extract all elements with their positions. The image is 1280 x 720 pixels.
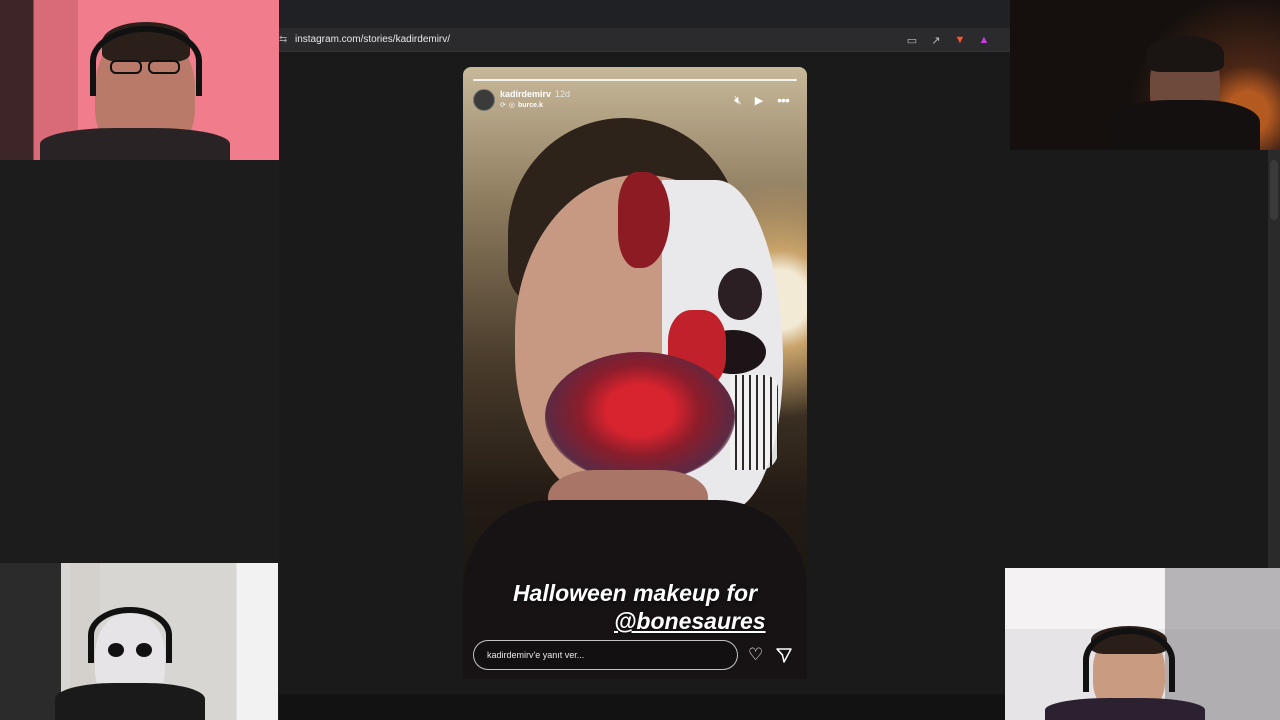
screen: ⇆ instagram.com/stories/kadirdemirv/ ▭ ↗… xyxy=(0,0,1280,720)
avatar[interactable] xyxy=(473,89,495,111)
webcam-curtain xyxy=(1165,568,1280,720)
browser-tab-strip xyxy=(279,0,1010,28)
url-text[interactable]: instagram.com/stories/kadirdemirv/ xyxy=(295,34,450,45)
page-background-right xyxy=(1010,150,1268,568)
webcam-shirt xyxy=(1045,698,1205,720)
cast-icon[interactable]: ▭ xyxy=(904,32,920,48)
brave-shield-icon[interactable]: ▼ xyxy=(952,32,968,48)
webcam-top-right xyxy=(1010,0,1280,150)
scrollbar-thumb[interactable] xyxy=(1270,160,1278,220)
more-options-icon[interactable]: ••• xyxy=(775,92,791,108)
reshare-avatar-icon: ◎ xyxy=(508,102,515,109)
headset-icon xyxy=(88,607,172,663)
site-info-icon[interactable]: ⇆ xyxy=(279,34,293,45)
send-icon[interactable] xyxy=(775,646,793,664)
play-icon[interactable]: ▶ xyxy=(751,92,767,108)
headset-icon xyxy=(1083,628,1175,692)
story-progress-bar xyxy=(473,79,797,81)
story-mention[interactable]: @bonesaures xyxy=(614,608,766,635)
address-bar[interactable]: ⇆ instagram.com/stories/kadirdemirv/ ▭ ↗… xyxy=(279,28,1010,52)
reply-input[interactable]: kadirdemirv'e yanıt ver... xyxy=(473,640,738,670)
story-eye-socket xyxy=(718,268,762,320)
webcam-shirt xyxy=(1110,100,1260,150)
like-heart-icon[interactable]: ♡ xyxy=(748,646,766,664)
reply-placeholder: kadirdemirv'e yanıt ver... xyxy=(487,650,585,660)
webcam-top-left xyxy=(0,0,279,160)
brave-rewards-icon[interactable]: ▲ xyxy=(976,32,992,48)
webcam-bottom-right xyxy=(1005,568,1280,720)
webcam-hair xyxy=(1146,36,1224,72)
bottom-strip xyxy=(279,694,1005,720)
webcam-shirt xyxy=(55,683,205,720)
address-actions: ▭ ↗ ▼ ▲ xyxy=(904,32,992,48)
reshare-icon: ⟳ xyxy=(500,102,506,109)
story-time: 12d xyxy=(555,89,571,99)
share-icon[interactable]: ↗ xyxy=(928,32,944,48)
story-caption: Halloween makeup for xyxy=(512,580,758,606)
reshare-info[interactable]: ⟳ ◎ burce.k xyxy=(500,101,543,110)
scrollbar[interactable] xyxy=(1268,150,1280,568)
reshare-username[interactable]: burce.k xyxy=(518,102,543,109)
webcam-bottom-left xyxy=(0,563,278,720)
story-mouth-wound xyxy=(545,352,735,482)
mute-icon[interactable]: 🔇︎ xyxy=(730,92,746,108)
story-username[interactable]: kadirdemirv xyxy=(500,89,551,99)
story-teeth-paint xyxy=(730,375,778,470)
webcam-shirt xyxy=(40,128,230,160)
headset-icon xyxy=(90,26,202,96)
